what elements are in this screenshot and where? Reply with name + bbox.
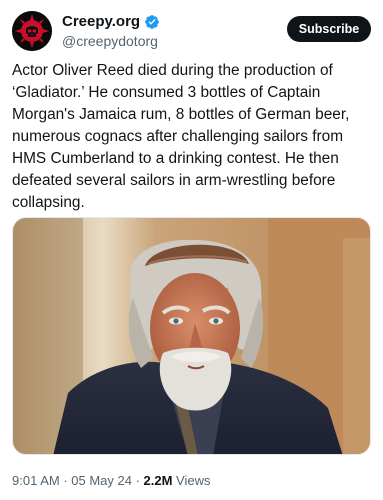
- display-name[interactable]: Creepy.org: [62, 13, 140, 31]
- tweet-meta: 9:01 AM · 05 May 24 · 2.2M Views: [12, 473, 211, 489]
- verified-badge-icon: [145, 15, 159, 29]
- account-handle[interactable]: @creepydotorg: [62, 32, 160, 50]
- views-count[interactable]: 2.2M: [144, 473, 173, 488]
- tweet-photo[interactable]: [12, 217, 371, 455]
- skull-logo-icon: [12, 11, 52, 51]
- tweet-header: Creepy.org @creepydotorg Subscribe: [12, 11, 371, 53]
- tweet-time[interactable]: 9:01 AM: [12, 473, 60, 488]
- meta-separator: ·: [131, 473, 144, 488]
- account-names: Creepy.org @creepydotorg: [62, 13, 160, 50]
- tweet-date[interactable]: 05 May 24: [71, 473, 132, 488]
- views-label: Views: [172, 473, 211, 488]
- avatar[interactable]: [12, 11, 52, 51]
- meta-separator: ·: [59, 473, 72, 488]
- subscribe-button[interactable]: Subscribe: [287, 16, 371, 42]
- display-name-row: Creepy.org: [62, 13, 160, 31]
- photo-oliver-reed: [13, 218, 370, 454]
- tweet-text: Actor Oliver Reed died during the produc…: [12, 62, 354, 211]
